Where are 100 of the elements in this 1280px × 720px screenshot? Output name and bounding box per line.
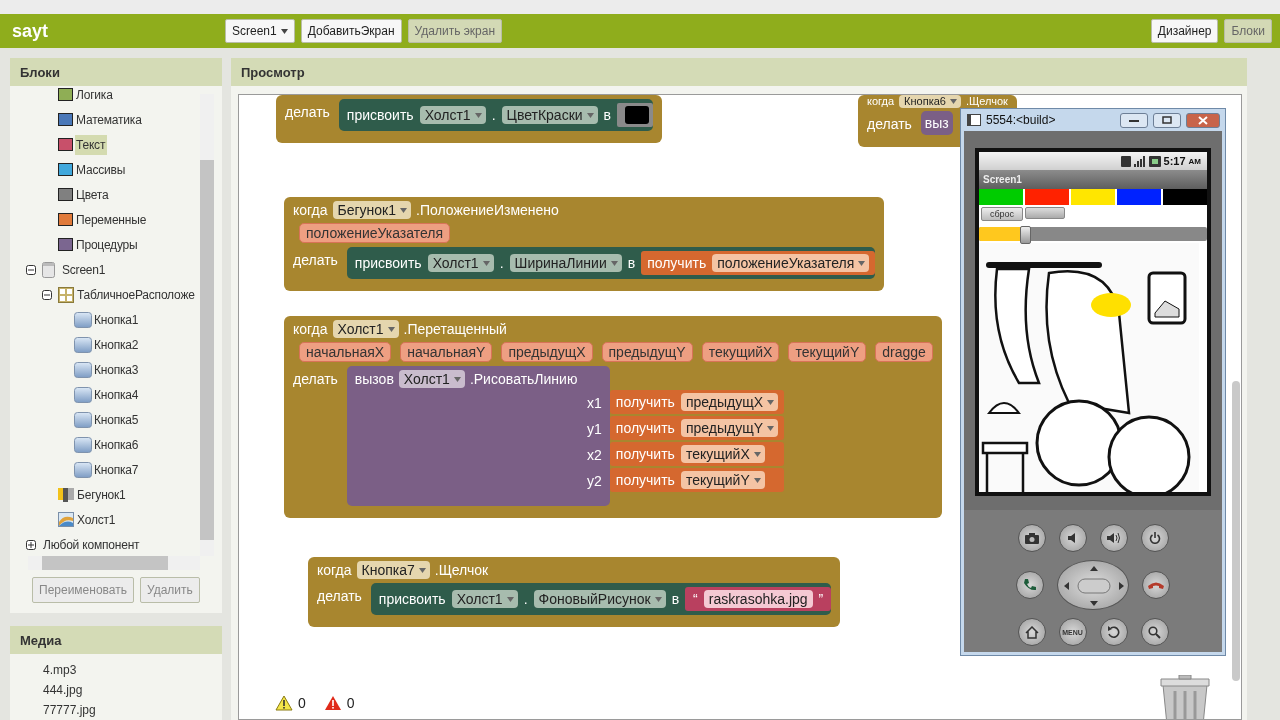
parameter-chip[interactable]: текущийX bbox=[701, 342, 780, 362]
quote-mark: ” bbox=[818, 591, 824, 607]
trash-icon[interactable] bbox=[1159, 675, 1211, 719]
event-block[interactable]: когда Бегунок1 .ПоложениеИзменено положениеУказателя делать присвоить Холст1 . ШиринаЛинии в получить положениеУказателя bbox=[284, 197, 885, 291]
tree-item[interactable]: Логика bbox=[10, 86, 200, 107]
screen-icon bbox=[42, 261, 55, 278]
tree-item[interactable]: ТабличноеРасположе bbox=[10, 282, 200, 307]
property-dropdown[interactable]: ФоновыйРисунок bbox=[533, 590, 666, 608]
caret-icon bbox=[949, 99, 957, 104]
text-field[interactable]: raskrasohka.jpg bbox=[703, 590, 813, 608]
app-screen-title: Screen1 bbox=[983, 174, 1022, 185]
caret-icon bbox=[767, 425, 774, 431]
view-tab[interactable]: Дизайнер bbox=[1150, 19, 1219, 43]
parameter-chip[interactable]: предыдущY bbox=[601, 342, 693, 362]
toolbar-button[interactable]: ДобавитьЭкран bbox=[300, 19, 402, 43]
parameter-chip[interactable]: начальнаяX bbox=[299, 342, 392, 362]
event-block[interactable]: когда Кнопка7 .Щелчок делать присвоить Холст1 . ФоновыйРисунок в “ raskrasohka.jpg ” bbox=[308, 557, 841, 627]
slider-track[interactable] bbox=[979, 227, 1207, 241]
tree-label: Бегунок1 bbox=[76, 486, 127, 504]
caret-icon bbox=[767, 399, 774, 405]
tree-item[interactable]: Текст bbox=[10, 132, 200, 157]
scrollbar[interactable] bbox=[28, 556, 200, 570]
screen-dropdown[interactable]: Screen1 bbox=[225, 19, 295, 43]
button-icon bbox=[74, 436, 92, 453]
tree-item[interactable]: Переменные bbox=[10, 207, 200, 232]
tree-item[interactable]: Холст1 bbox=[10, 507, 200, 532]
blank-button[interactable] bbox=[1025, 207, 1065, 219]
parameter-chip[interactable]: положениеУказателя bbox=[299, 223, 451, 243]
color-button[interactable] bbox=[1117, 189, 1161, 205]
component-dropdown[interactable]: Кнопка7 bbox=[356, 561, 430, 579]
scrollbar[interactable] bbox=[200, 94, 214, 556]
component-dropdown[interactable]: Бегунок1 bbox=[332, 201, 412, 219]
view-tab[interactable]: Блоки bbox=[1224, 19, 1272, 43]
tree-item[interactable]: Кнопка1 bbox=[10, 307, 200, 332]
color-swatch[interactable] bbox=[625, 106, 650, 124]
search-key[interactable] bbox=[1140, 618, 1169, 646]
tree-item[interactable]: Массивы bbox=[10, 157, 200, 182]
event-block[interactable]: делать присвоить Холст1 . ЦветКраски в bbox=[276, 95, 663, 143]
minimize-button[interactable] bbox=[1120, 112, 1148, 128]
component-dropdown[interactable]: Кнопка6 bbox=[899, 95, 961, 108]
home-key[interactable] bbox=[1017, 618, 1046, 646]
component-dropdown[interactable]: Холст1 bbox=[332, 320, 399, 338]
caret-icon bbox=[586, 112, 594, 118]
color-button[interactable] bbox=[1163, 189, 1207, 205]
media-file[interactable]: 444.jpg bbox=[43, 682, 222, 699]
component-dropdown[interactable]: Холст1 bbox=[419, 106, 486, 124]
component-dropdown[interactable]: Холст1 bbox=[451, 590, 518, 608]
color-button[interactable] bbox=[1025, 189, 1069, 205]
tree-item[interactable]: Процедуры bbox=[10, 232, 200, 257]
hardware-key[interactable] bbox=[1140, 524, 1169, 552]
tree-item[interactable]: Кнопка2 bbox=[10, 332, 200, 357]
button-icon bbox=[74, 311, 92, 328]
hardware-key[interactable] bbox=[1099, 524, 1128, 552]
tree-item[interactable]: Цвета bbox=[10, 182, 200, 207]
scrollbar[interactable] bbox=[1232, 381, 1240, 681]
tree-item[interactable]: Кнопка3 bbox=[10, 357, 200, 382]
parameter-chip[interactable]: предыдущX bbox=[501, 342, 593, 362]
panel-title: Просмотр bbox=[241, 64, 305, 80]
collapse-icon[interactable] bbox=[26, 264, 36, 275]
when-keyword: когда bbox=[867, 96, 895, 107]
tree-item[interactable]: Кнопка5 bbox=[10, 407, 200, 432]
dot-separator: . bbox=[499, 255, 504, 271]
hardware-key[interactable] bbox=[1058, 524, 1087, 552]
component-dropdown[interactable]: Холст1 bbox=[398, 370, 465, 388]
tree-label: Массивы bbox=[75, 161, 127, 179]
variable-dropdown[interactable]: текущийY bbox=[680, 471, 765, 489]
variable-dropdown[interactable]: предыдущX bbox=[680, 393, 778, 411]
property-dropdown[interactable]: ШиринаЛинии bbox=[509, 254, 622, 272]
media-file[interactable]: 77777.jpg bbox=[43, 702, 222, 719]
reset-button[interactable]: сброс bbox=[981, 207, 1023, 221]
close-button[interactable] bbox=[1186, 112, 1220, 128]
variable-dropdown[interactable]: текущийX bbox=[680, 445, 765, 463]
parameter-chip[interactable]: начальнаяY bbox=[400, 342, 493, 362]
parameter-chip[interactable]: текущийY bbox=[788, 342, 867, 362]
slider-thumb[interactable] bbox=[1019, 226, 1031, 244]
color-button[interactable] bbox=[1071, 189, 1115, 205]
call-key[interactable] bbox=[1016, 571, 1044, 599]
maximize-button[interactable] bbox=[1153, 112, 1181, 128]
property-dropdown[interactable]: ЦветКраски bbox=[501, 106, 598, 124]
component-dropdown[interactable]: Холст1 bbox=[427, 254, 494, 272]
tree-item[interactable]: Кнопка7 bbox=[10, 457, 200, 482]
media-file[interactable]: 4.mp3 bbox=[43, 662, 222, 679]
color-button[interactable] bbox=[979, 189, 1023, 205]
collapse-icon[interactable] bbox=[42, 289, 52, 300]
tree-item[interactable]: Любой компонент bbox=[10, 532, 200, 557]
tree-item[interactable]: Кнопка4 bbox=[10, 382, 200, 407]
parameter-chip[interactable]: dragge bbox=[875, 342, 933, 362]
tree-item[interactable]: Кнопка6 bbox=[10, 432, 200, 457]
expand-icon[interactable] bbox=[26, 539, 36, 550]
variable-dropdown[interactable]: предыдущY bbox=[680, 419, 778, 437]
end-call-key[interactable] bbox=[1142, 571, 1170, 599]
tree-item[interactable]: Математика bbox=[10, 107, 200, 132]
tree-item[interactable]: Бегунок1 bbox=[10, 482, 200, 507]
status-time: 5:17 bbox=[1163, 155, 1186, 167]
search-icon bbox=[1148, 625, 1161, 639]
back-key[interactable] bbox=[1099, 618, 1128, 646]
hardware-key[interactable] bbox=[1017, 524, 1046, 552]
variable-dropdown[interactable]: положениеУказателя bbox=[712, 254, 870, 272]
tree-item[interactable]: Screen1 bbox=[10, 257, 200, 282]
network-icon bbox=[1120, 155, 1131, 167]
